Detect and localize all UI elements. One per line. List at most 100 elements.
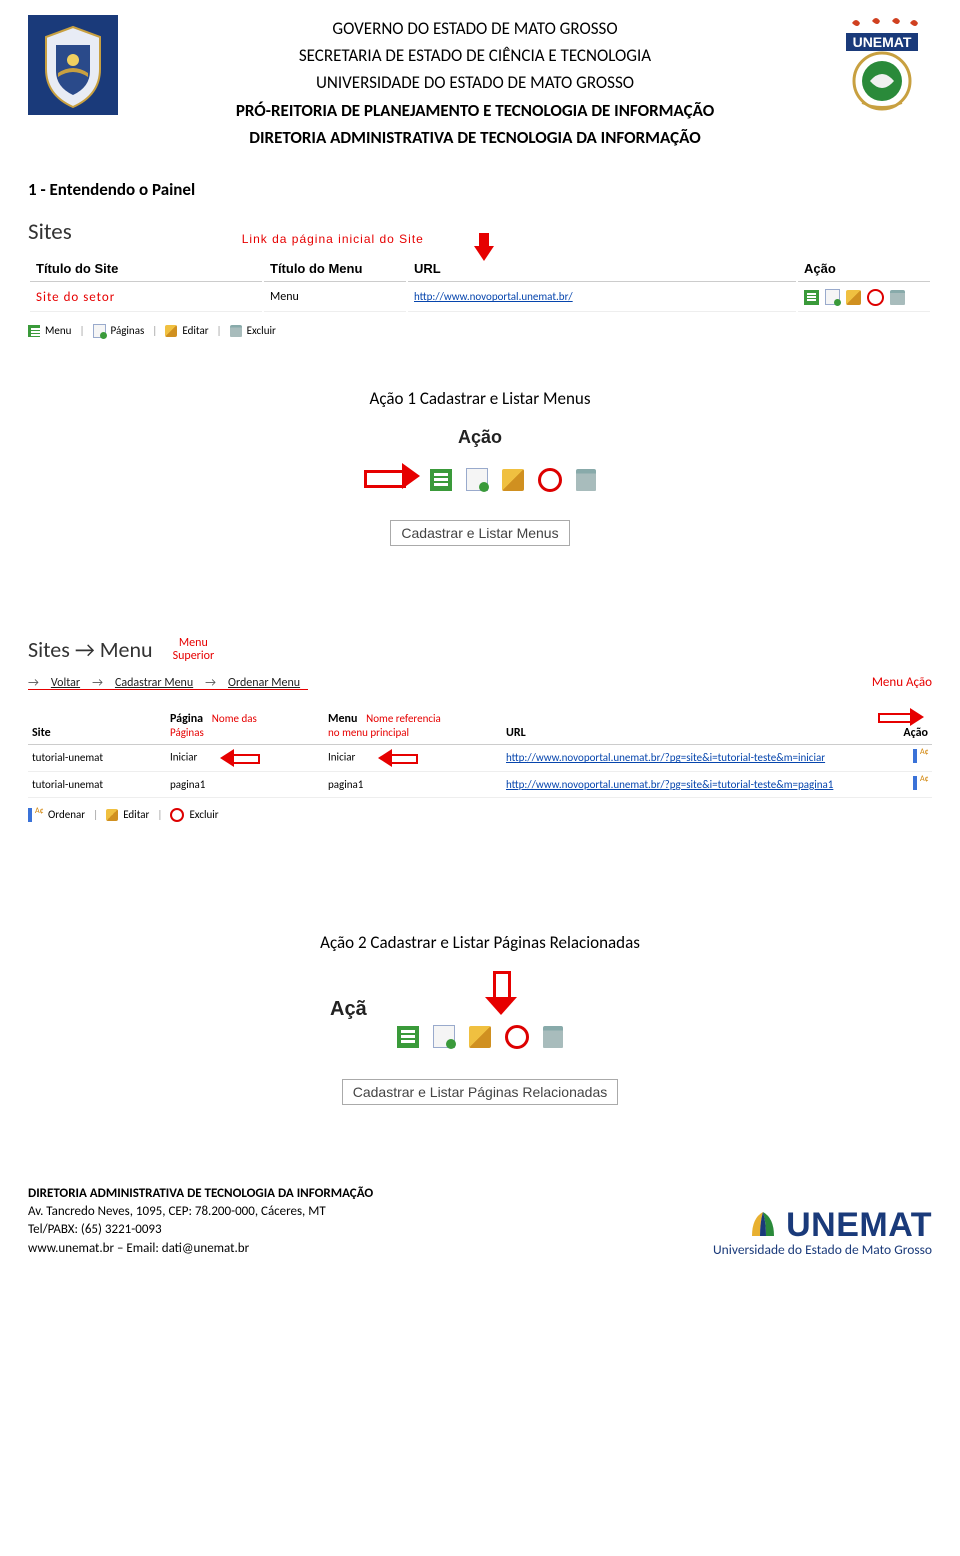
red-arrow-left-icon [220,749,260,767]
record-icon[interactable] [505,1025,529,1049]
pencil-icon[interactable] [502,469,524,491]
screenshot-sites-panel: Sites Link da página inicial do Site Tít… [28,218,932,338]
red-arrow-down-icon [485,971,517,1015]
legend-editar: Editar [182,324,208,337]
header-line-3: UNIVERSIDADE DO ESTADO DE MATO GROSSO [128,69,822,96]
caption-acao-2: Ação 2 Cadastrar e Listar Páginas Relaci… [28,932,932,953]
cell-pagina: pagina1 [166,771,324,797]
header-line-1: GOVERNO DO ESTADO DE MATO GROSSO [128,15,822,42]
cell-menu: Iniciar [324,744,502,771]
breadcrumb-voltar[interactable]: Voltar [51,676,80,690]
screenshot-acao-tooltip-1: Ação Cadastrar e Listar Menus [330,427,630,546]
col-url: URL [408,256,796,282]
footer-address-block: DIRETORIA ADMINISTRATIVA DE TECNOLOGIA D… [28,1185,373,1258]
delete-icon [170,808,184,822]
cell-pagina: Iniciar [166,744,324,771]
document-footer: DIRETORIA ADMINISTRATIVA DE TECNOLOGIA D… [28,1185,932,1258]
sites-heading: Sites [28,218,72,246]
acao-heading: Ação [330,427,630,448]
col-menu: Menu Nome referencia no menu principal [324,704,502,745]
col-titulo-menu: Título do Menu [264,256,406,282]
breadcrumb-ordenar-menu[interactable]: Ordenar Menu [228,676,300,690]
cell-site: tutorial-unemat [28,771,166,797]
arrow-icon: → [205,676,216,690]
unemat-seal-icon: UNEMAT [832,15,932,115]
sites-table: Título do Site Título do Menu URL Ação S… [28,254,932,314]
pages-icon[interactable] [466,468,488,491]
col-titulo-site: Título do Site [30,256,262,282]
document-header: GOVERNO DO ESTADO DE MATO GROSSO SECRETA… [28,15,932,151]
row-actions [804,289,924,306]
order-icon[interactable] [913,776,928,790]
pencil-icon [106,809,118,821]
table-row: tutorial-unemat pagina1 pagina1 http://w… [28,771,932,797]
order-icon [28,808,43,822]
trash-icon[interactable] [543,1026,563,1048]
footer-brand-logo: UNEMAT Universidade do Estado de Mato Gr… [713,1206,932,1258]
cell-site: tutorial-unemat [28,744,166,771]
legend-row-1: Menu | Páginas | Editar | Excluir [28,324,932,338]
pages-icon[interactable] [825,289,840,305]
record-icon[interactable] [867,289,884,306]
order-icon[interactable] [913,749,928,763]
screenshot-acao-tooltip-2: Açã Cadastrar e Listar Páginas Relaciona… [330,971,630,1105]
legend-ordenar: Ordenar [48,808,85,821]
col-acao: Ação [864,704,932,745]
screenshot-sites-menu-panel: Sites → Menu Menu Superior → Voltar → Ca… [28,636,932,822]
header-line-5: DIRETORIA ADMINISTRATIVA DE TECNOLOGIA D… [128,124,822,151]
col-site: Site [28,704,166,745]
pencil-icon[interactable] [846,290,861,305]
caption-acao-1: Ação 1 Cadastrar e Listar Menus [28,388,932,409]
col-url: URL [502,704,864,745]
cell-menu-title: Menu [264,284,406,312]
breadcrumb: → Voltar → Cadastrar Menu → Ordenar Menu… [28,675,932,690]
col-pagina: Página Nome das Páginas [166,704,324,745]
legend-excluir: Excluir [189,808,218,821]
annotation-link-label: Link da página inicial do Site [242,232,424,246]
trash-icon[interactable] [576,469,596,491]
footer-brand-name: UNEMAT [786,1206,932,1245]
pencil-icon[interactable] [469,1026,491,1048]
tooltip-cadastrar-paginas: Cadastrar e Listar Páginas Relacionadas [342,1079,618,1105]
menu-icon[interactable] [397,1026,419,1048]
cell-url-link[interactable]: http://www.novoportal.unemat.br/?pg=site… [506,778,833,791]
pages-icon [93,324,106,338]
legend-row-2: Ordenar | Editar | Excluir [28,808,932,822]
legend-editar: Editar [123,808,149,821]
tooltip-cadastrar-menus: Cadastrar e Listar Menus [390,520,569,546]
cell-url-link[interactable]: http://www.novoportal.unemat.br/ [414,290,573,303]
pages-icon[interactable] [433,1025,455,1048]
menu-icon [28,325,40,337]
action-icons [330,1025,630,1049]
breadcrumb-cadastrar-menu[interactable]: Cadastrar Menu [115,676,193,690]
footer-line-2: Av. Tancredo Neves, 1095, CEP: 78.200-00… [28,1203,373,1221]
footer-line-4: www.unemat.br – Email: dati@unemat.br [28,1240,373,1258]
mato-grosso-crest-icon [28,15,118,115]
cell-url-link[interactable]: http://www.novoportal.unemat.br/?pg=site… [506,751,825,764]
acao-heading-partial: Açã [330,998,367,1021]
menu-icon[interactable] [430,469,452,491]
pencil-icon [165,325,177,337]
menu-table: Site Página Nome das Páginas Menu Nome r… [28,704,932,798]
header-line-2: SECRETARIA DE ESTADO DE CIÊNCIA E TECNOL… [128,42,822,69]
trash-icon[interactable] [890,290,905,305]
red-arrow-left-icon [378,749,418,767]
legend-paginas: Páginas [111,324,145,337]
section-1-title: 1 - Entendendo o Painel [28,179,932,200]
legend-excluir: Excluir [247,324,276,337]
header-line-4: PRÓ-REITORIA DE PLANEJAMENTO E TECNOLOGI… [128,97,822,124]
menu-icon[interactable] [804,290,819,305]
table-row: tutorial-unemat Iniciar Iniciar http://w… [28,744,932,771]
action-icons [430,468,596,492]
svg-text:UNEMAT: UNEMAT [853,34,912,50]
table-row: Site do setor Menu http://www.novoportal… [30,284,930,312]
trash-icon [230,325,242,337]
red-arrow-right-icon [364,463,420,489]
annotation-menu-superior: Menu Superior [173,637,215,663]
red-arrow-right-icon [878,708,924,726]
record-icon[interactable] [538,468,562,492]
arrow-icon: → [92,676,103,690]
header-text-block: GOVERNO DO ESTADO DE MATO GROSSO SECRETA… [128,15,822,151]
arrow-icon: → [28,676,39,690]
footer-line-1: DIRETORIA ADMINISTRATIVA DE TECNOLOGIA D… [28,1185,373,1203]
